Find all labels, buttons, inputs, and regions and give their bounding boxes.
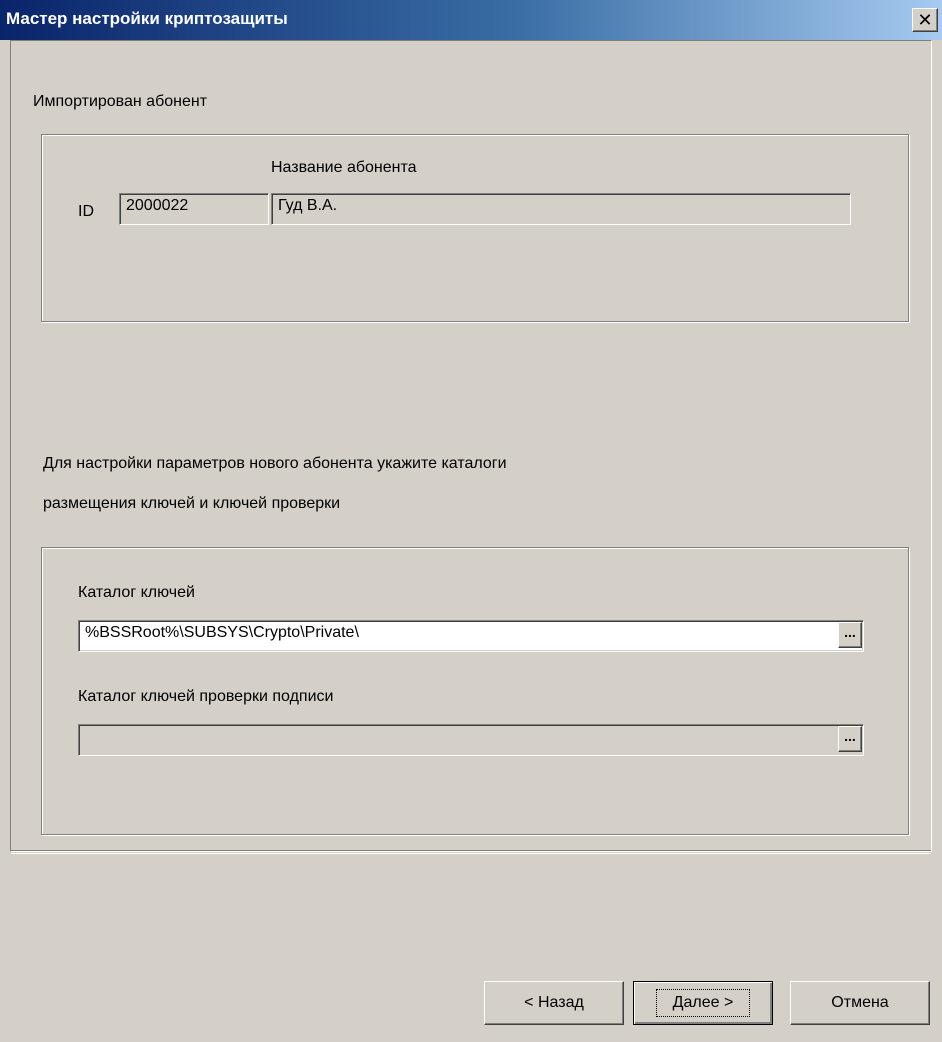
id-field[interactable]: 2000022 bbox=[119, 193, 269, 225]
keys-dir-label: Каталог ключей bbox=[78, 584, 195, 601]
next-button-label: Далее > bbox=[655, 989, 751, 1017]
id-label: ID bbox=[78, 203, 94, 220]
keys-dir-value: %BSSRoot%\SUBSYS\Crypto\Private\ bbox=[85, 624, 359, 641]
ellipsis-icon: ... bbox=[844, 624, 856, 640]
back-button[interactable]: < Назад bbox=[484, 981, 624, 1025]
close-button[interactable]: ✕ bbox=[912, 8, 938, 32]
window-title: Мастер настройки криптозащиты bbox=[6, 9, 288, 28]
imported-heading: Импортирован абонент bbox=[33, 93, 208, 110]
close-icon: ✕ bbox=[917, 10, 933, 30]
cancel-button[interactable]: Отмена bbox=[790, 981, 930, 1025]
subscriber-name-field[interactable]: Гуд В.А. bbox=[271, 193, 851, 225]
wizard-page: Импортирован абонент Название абонента I… bbox=[10, 40, 932, 854]
name-label: Название абонента bbox=[271, 159, 417, 176]
title-bar: Мастер настройки криптозащиты ✕ bbox=[0, 0, 942, 40]
instructions-line-1: Для настройки параметров нового абонента… bbox=[43, 455, 507, 472]
imported-subscriber-group: Название абонента ID 2000022 Гуд В.А. bbox=[41, 134, 909, 322]
ellipsis-icon: ... bbox=[844, 728, 856, 744]
browse-keys-dir-button[interactable]: ... bbox=[838, 622, 862, 648]
browse-sig-keys-dir-button[interactable]: ... bbox=[838, 726, 862, 752]
next-button[interactable]: Далее > bbox=[633, 981, 773, 1025]
sig-keys-dir-input[interactable]: ... bbox=[78, 724, 864, 756]
directories-group: Каталог ключей %BSSRoot%\SUBSYS\Crypto\P… bbox=[41, 547, 909, 835]
sig-keys-dir-label: Каталог ключей проверки подписи bbox=[78, 688, 334, 705]
instructions-line-2: размещения ключей и ключей проверки bbox=[43, 495, 341, 512]
keys-dir-input[interactable]: %BSSRoot%\SUBSYS\Crypto\Private\ ... bbox=[78, 620, 864, 652]
